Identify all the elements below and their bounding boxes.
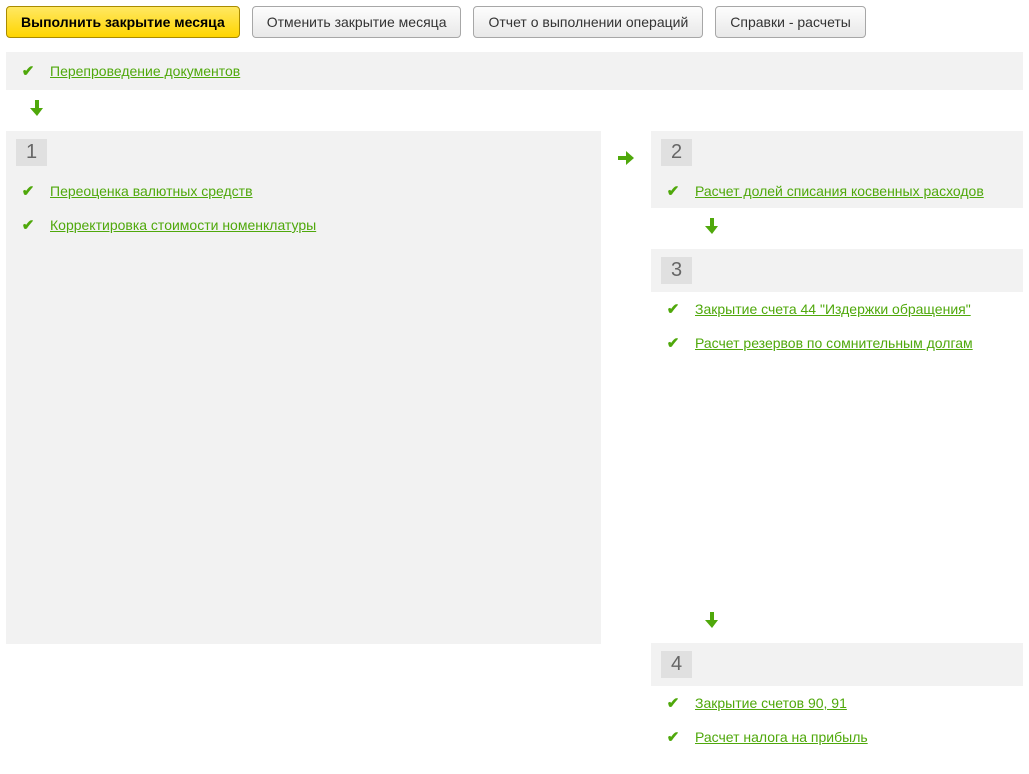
execute-close-month-button[interactable]: Выполнить закрытие месяца <box>6 6 240 38</box>
close-accounts-90-91-link[interactable]: Закрытие счетов 90, 91 <box>695 695 847 711</box>
check-icon: ✔ <box>20 62 36 80</box>
check-icon: ✔ <box>665 182 681 200</box>
step-4-header: 4 <box>651 643 1023 686</box>
repost-documents-link[interactable]: Перепроведение документов <box>50 63 240 79</box>
operation-row: ✔ Расчет налога на прибыль <box>651 720 1023 754</box>
operation-row: ✔ Расчет долей списания косвенных расход… <box>651 174 1023 208</box>
arrow-down-icon <box>6 90 1023 131</box>
right-column: 2 ✔ Расчет долей списания косвенных расх… <box>651 131 1023 754</box>
indirect-costs-share-link[interactable]: Расчет долей списания косвенных расходов <box>695 183 984 199</box>
operation-row: ✔ Корректировка стоимости номенклатуры <box>6 208 601 242</box>
step-3-header: 3 <box>651 249 1023 292</box>
check-icon: ✔ <box>665 300 681 318</box>
toolbar: Выполнить закрытие месяца Отменить закры… <box>6 6 1023 38</box>
middle-arrow-column <box>601 131 651 170</box>
operation-row: ✔ Закрытие счетов 90, 91 <box>651 686 1023 720</box>
operation-row: ✔ Переоценка валютных средств <box>6 174 601 208</box>
currency-revaluation-link[interactable]: Переоценка валютных средств <box>50 183 253 199</box>
cancel-close-month-button[interactable]: Отменить закрытие месяца <box>252 6 462 38</box>
references-calculations-button[interactable]: Справки - расчеты <box>715 6 866 38</box>
top-operation-row: ✔ Перепроведение документов <box>6 52 1023 90</box>
step-1-header: 1 <box>6 131 601 174</box>
check-icon: ✔ <box>20 216 36 234</box>
operation-row: ✔ Расчет резервов по сомнительным долгам <box>651 326 1023 360</box>
steps-columns: 1 ✔ Переоценка валютных средств ✔ Коррек… <box>6 131 1023 754</box>
left-column: 1 ✔ Переоценка валютных средств ✔ Коррек… <box>6 131 601 644</box>
nomenclature-cost-adjustment-link[interactable]: Корректировка стоимости номенклатуры <box>50 217 316 233</box>
check-icon: ✔ <box>665 694 681 712</box>
step-3-number: 3 <box>661 257 692 284</box>
arrow-right-icon <box>618 149 634 169</box>
step-2-header: 2 <box>651 131 1023 174</box>
step-3-body: ✔ Закрытие счета 44 "Издержки обращения"… <box>651 292 1023 602</box>
check-icon: ✔ <box>665 728 681 746</box>
arrow-down-icon <box>651 602 1023 643</box>
step-2-number: 2 <box>661 139 692 166</box>
operation-row: ✔ Закрытие счета 44 "Издержки обращения" <box>651 292 1023 326</box>
step-1-number: 1 <box>16 139 47 166</box>
doubtful-debts-reserve-link[interactable]: Расчет резервов по сомнительным долгам <box>695 335 973 351</box>
step-4-number: 4 <box>661 651 692 678</box>
step-1-body: ✔ Переоценка валютных средств ✔ Корректи… <box>6 174 601 644</box>
check-icon: ✔ <box>665 334 681 352</box>
operations-report-button[interactable]: Отчет о выполнении операций <box>473 6 703 38</box>
close-account-44-link[interactable]: Закрытие счета 44 "Издержки обращения" <box>695 301 971 317</box>
profit-tax-calculation-link[interactable]: Расчет налога на прибыль <box>695 729 868 745</box>
check-icon: ✔ <box>20 182 36 200</box>
arrow-down-icon <box>651 208 1023 249</box>
